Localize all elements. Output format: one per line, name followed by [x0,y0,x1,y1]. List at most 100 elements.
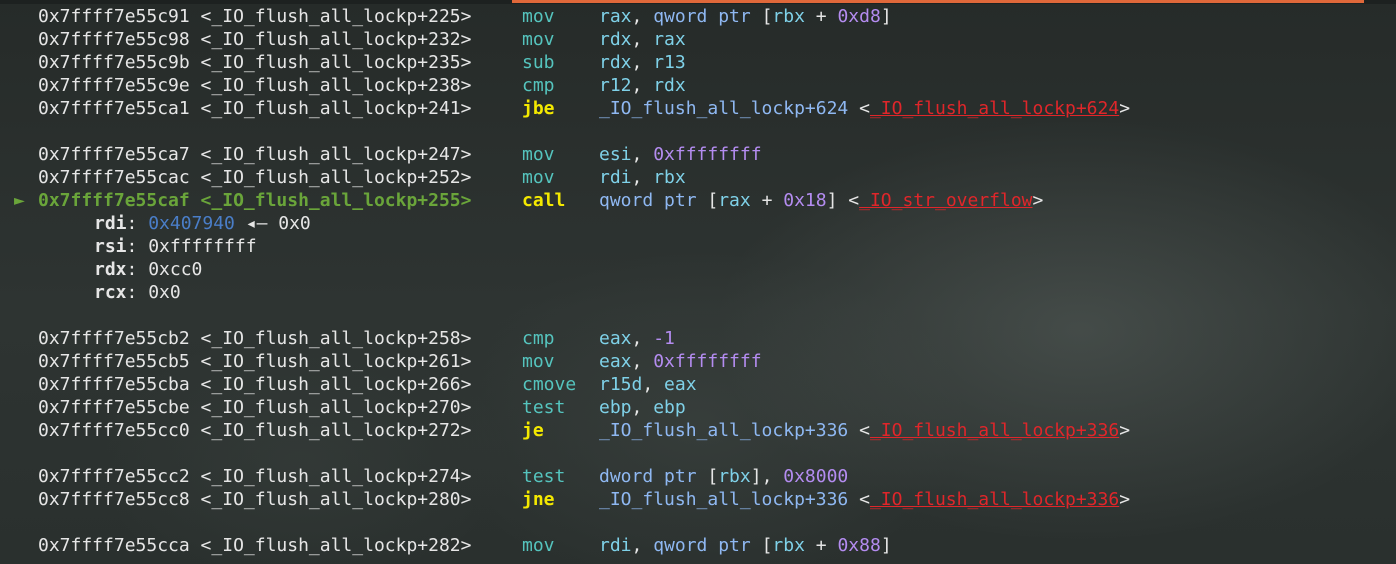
instruction-row[interactable]: 0x7ffff7e55c91 <_IO_flush_all_lockp+225>… [0,5,1396,28]
instruction-mnemonic: cmp [522,75,555,96]
instruction-address: 0x7ffff7e55cc8 <_IO_flush_all_lockp+280> [38,489,472,510]
instruction-row[interactable]: 0x7ffff7e55c9b <_IO_flush_all_lockp+235>… [0,51,1396,74]
instruction-row[interactable]: 0x7ffff7e55cba <_IO_flush_all_lockp+266>… [0,373,1396,396]
argument-register: rcx [94,282,127,303]
argument: rcx: 0x0 [94,281,181,304]
operand-dest: _IO_flush_all_lockp+624 [869,98,1120,119]
operand-reg: rdx [599,52,632,73]
instruction-row[interactable]: 0x7ffff7e55cc0 <_IO_flush_all_lockp+272>… [0,419,1396,442]
operand-plain: ] [880,6,892,27]
instruction-operands: _IO_flush_all_lockp+624 <_IO_flush_all_l… [599,97,1130,120]
instruction-mnemonic: jbe [522,98,555,119]
argument-value: 0xffffffff [148,236,257,257]
instruction-operands: ebp, ebp [599,396,686,419]
instruction-row[interactable]: 0x7ffff7e55cb2 <_IO_flush_all_lockp+258>… [0,327,1396,350]
instruction-row[interactable]: 0x7ffff7e55c9e <_IO_flush_all_lockp+238>… [0,74,1396,97]
instruction-mnemonic: jne [522,489,555,510]
operand-reg: rbx [772,535,805,556]
instruction-row[interactable]: ► 0x7ffff7e55caf <_IO_flush_all_lockp+255… [0,189,1396,212]
instruction-mnemonic: cmove [522,374,577,395]
operand-plain: [ [707,466,719,487]
instruction-mnemonic: mov [522,144,555,165]
instruction-row[interactable]: 0x7ffff7e55c98 <_IO_flush_all_lockp+232>… [0,28,1396,51]
operand-reg: rdi [599,167,632,188]
instruction-address: 0x7ffff7e55ca7 <_IO_flush_all_lockp+247> [38,144,472,165]
operand-plain: [ [761,535,773,556]
instruction-row[interactable]: 0x7ffff7e55cb5 <_IO_flush_all_lockp+261>… [0,350,1396,373]
operand-num: 0xffffffff [653,351,762,372]
instruction-row[interactable]: 0x7ffff7e55ca1 <_IO_flush_all_lockp+241>… [0,97,1396,120]
instruction-row[interactable]: 0x7ffff7e55cac <_IO_flush_all_lockp+252>… [0,166,1396,189]
argument-value: 0x407940 [148,213,235,234]
instruction-address: 0x7ffff7e55cb2 <_IO_flush_all_lockp+258> [38,328,472,349]
instruction-operands: esi, 0xffffffff [599,143,762,166]
instruction-row[interactable]: 0x7ffff7e55ca7 <_IO_flush_all_lockp+247>… [0,143,1396,166]
instruction-operands: rax, qword ptr [rbx + 0xd8] [599,5,892,28]
instruction-row[interactable]: 0x7ffff7e55cc8 <_IO_flush_all_lockp+280>… [0,488,1396,511]
operand-num: -1 [653,328,675,349]
call-argument-row: rsi: 0xffffffff [0,235,1396,258]
instruction-row[interactable]: 0x7ffff7e55cc2 <_IO_flush_all_lockp+274>… [0,465,1396,488]
instruction-address: 0x7ffff7e55cc0 <_IO_flush_all_lockp+272> [38,420,472,441]
operand-reg: rdi [599,535,632,556]
instruction-address: 0x7ffff7e55c91 <_IO_flush_all_lockp+225> [38,6,472,27]
operand-num: 0x88 [837,535,881,556]
instruction-address: 0x7ffff7e55cba <_IO_flush_all_lockp+266> [38,374,472,395]
instruction-address: 0x7ffff7e55cc2 <_IO_flush_all_lockp+274> [38,466,472,487]
operand-reg: esi [599,144,632,165]
argument: rdi: 0x407940 ◂— 0x0 [94,212,311,235]
operand-reg: rbx [718,466,751,487]
argument: rdx: 0xcc0 [94,258,202,281]
argument: rsi: 0xffffffff [94,235,257,258]
instruction-mnemonic: mov [522,167,555,188]
instruction-address: 0x7ffff7e55c98 <_IO_flush_all_lockp+232> [38,29,472,50]
instruction-address: 0x7ffff7e55cac <_IO_flush_all_lockp+252> [38,167,472,188]
operand-plain: , [631,52,654,73]
operand-plain: , [631,144,654,165]
operand-plain: , [642,374,665,395]
current-instruction-arrow-icon: ► [14,190,25,211]
operand-reg: r13 [653,52,686,73]
instruction-operands: eax, -1 [599,327,675,350]
operand-plain: , [631,75,654,96]
instruction-row[interactable]: 0x7ffff7e55cbe <_IO_flush_all_lockp+270>… [0,396,1396,419]
instruction-operands: _IO_flush_all_lockp+336 <_IO_flush_all_l… [599,488,1130,511]
instruction-address: 0x7ffff7e55ca1 <_IO_flush_all_lockp+241> [38,98,472,119]
operand-plain: > [1119,489,1131,510]
operand-reg: eax [664,374,697,395]
instruction-address: 0x7ffff7e55cbe <_IO_flush_all_lockp+270> [38,397,472,418]
operand-plain: < [848,489,870,510]
operand-num: 0x18 [783,190,827,211]
operand-plain: , [631,29,654,50]
operand-plain: , [631,535,654,556]
instruction-mnemonic: mov [522,29,555,50]
instruction-operands: r15d, eax [599,373,697,396]
operand-plain: > [1032,190,1044,211]
instruction-row[interactable]: 0x7ffff7e55cca <_IO_flush_all_lockp+282>… [0,534,1396,557]
argument-register: rsi [94,236,127,257]
instruction-operands: _IO_flush_all_lockp+336 <_IO_flush_all_l… [599,419,1130,442]
operand-plain: ] [880,535,892,556]
instruction-mnemonic: call [522,190,566,211]
operand-kw: dword ptr [599,466,708,487]
argument-separator: : [126,236,149,257]
operand-num: 0xffffffff [653,144,762,165]
argument-separator: : [126,259,149,280]
operand-plain: ] < [826,190,860,211]
operand-reg: rbx [653,167,686,188]
instruction-operands: dword ptr [rbx], 0x8000 [599,465,848,488]
operand-reg: eax [599,328,632,349]
instruction-mnemonic: je [522,420,544,441]
instruction-mnemonic: test [522,466,566,487]
argument-separator: : [126,282,149,303]
argument-separator: : [126,213,149,234]
operand-plain: + [804,535,838,556]
active-pane-indicator [512,0,1364,3]
argument-register: rdi [94,213,127,234]
instruction-address: 0x7ffff7e55c9e <_IO_flush_all_lockp+238> [38,75,472,96]
operand-plain: , [631,6,654,27]
operand-plain: , [631,328,654,349]
